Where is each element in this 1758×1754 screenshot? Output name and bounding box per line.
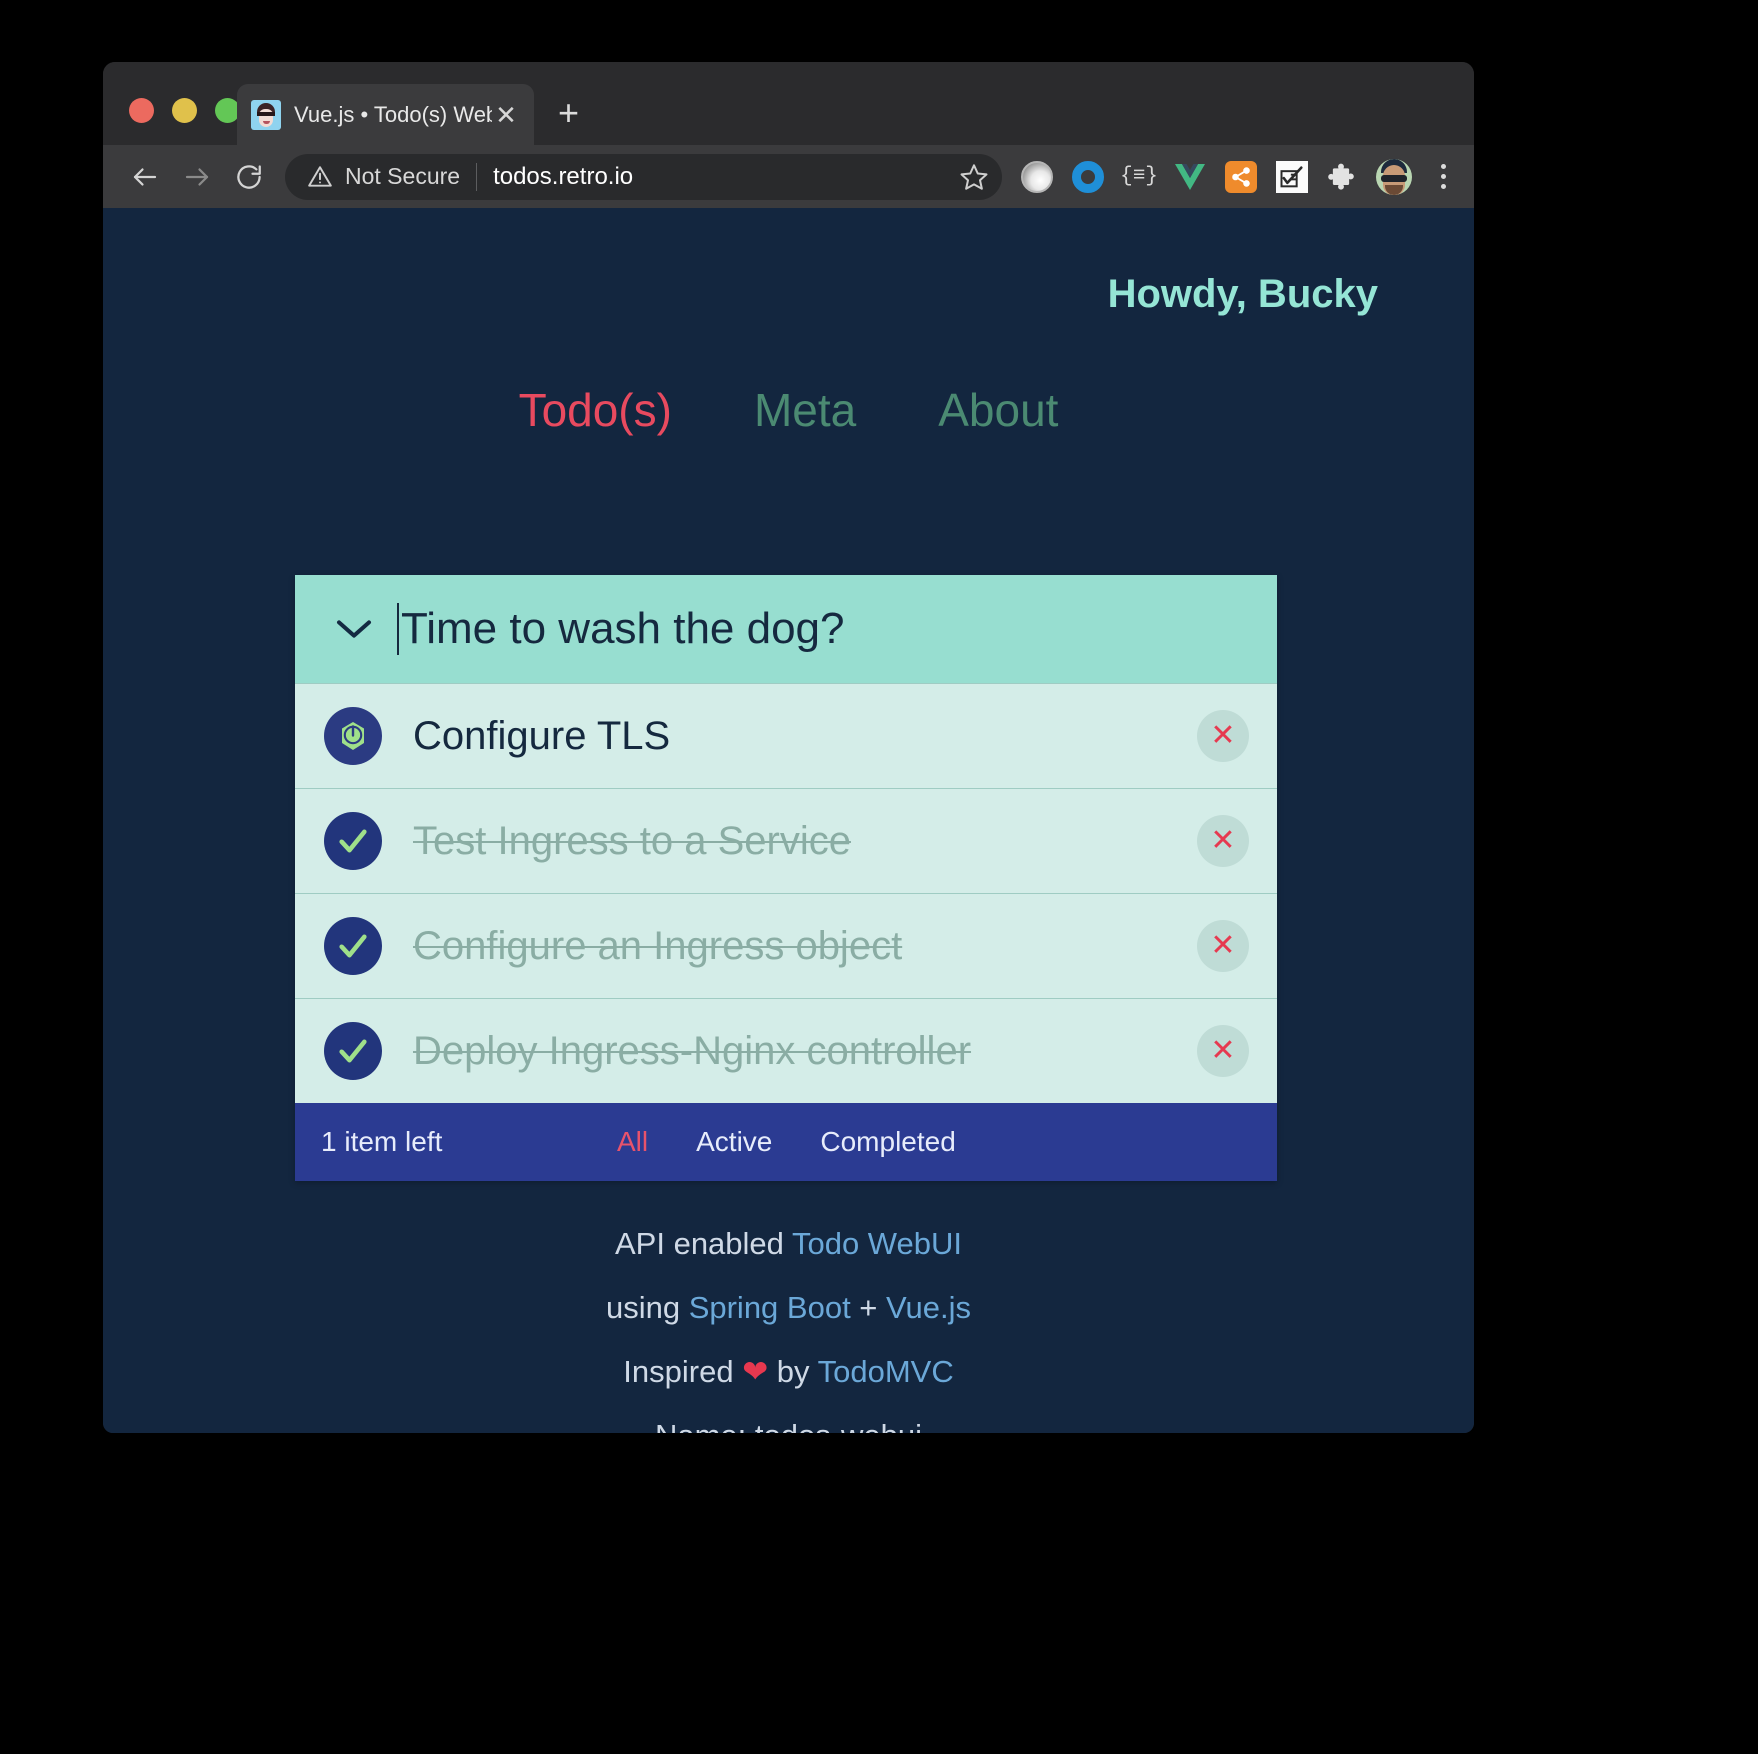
- minimize-window-button[interactable]: [172, 98, 197, 123]
- tab-about[interactable]: About: [938, 383, 1058, 437]
- tab-title: Vue.js • Todo(s) WebUI: [294, 101, 492, 127]
- todo-toggle[interactable]: [313, 812, 393, 870]
- footer-using-prefix: using: [605, 1290, 689, 1325]
- close-window-button[interactable]: [129, 98, 154, 123]
- new-tab-button[interactable]: +: [558, 95, 579, 131]
- checklist-extension-icon[interactable]: [1273, 158, 1311, 196]
- delete-todo-button[interactable]: ✕: [1197, 920, 1249, 972]
- security-status-text: Not Secure: [345, 163, 461, 189]
- not-secure-warning-icon: [307, 164, 333, 190]
- share-extension-icon[interactable]: [1222, 158, 1260, 196]
- new-todo-header: Time to wash the dog?: [295, 575, 1277, 683]
- new-todo-value: Time to wash the dog?: [401, 604, 845, 653]
- check-icon: [324, 917, 382, 975]
- back-button[interactable]: [121, 153, 169, 201]
- chevron-down-icon[interactable]: [323, 616, 385, 642]
- todo-label: Test Ingress to a Service: [413, 818, 851, 863]
- close-tab-icon[interactable]: ✕: [492, 102, 520, 128]
- filter-active[interactable]: Active: [690, 1124, 778, 1160]
- forward-button[interactable]: [173, 153, 221, 201]
- todo-label: Configure TLS: [413, 713, 671, 758]
- browser-tab[interactable]: Vue.js • Todo(s) WebUI ✕: [237, 84, 534, 145]
- table-row[interactable]: Configure TLS ✕: [295, 683, 1277, 788]
- ring-extension-icon[interactable]: [1069, 158, 1107, 196]
- todo-footer: 1 item left All Active Completed: [295, 1103, 1277, 1181]
- filter-group: All Active Completed: [611, 1124, 962, 1160]
- footer-by: by: [768, 1354, 818, 1389]
- todo-toggle[interactable]: [313, 1022, 393, 1080]
- browser-tabstrip: Vue.js • Todo(s) WebUI ✕ +: [103, 62, 1474, 145]
- text-caret: [397, 603, 399, 655]
- todo-toggle[interactable]: [313, 917, 393, 975]
- extension-toolbar: {≡}: [1018, 158, 1460, 196]
- filter-all[interactable]: All: [611, 1124, 654, 1160]
- tab-meta[interactable]: Meta: [754, 383, 856, 437]
- footer-api-prefix: API enabled: [615, 1226, 792, 1261]
- page-viewport: Howdy, Bucky Todo(s) Meta About Time to …: [103, 208, 1474, 1433]
- address-bar[interactable]: Not Secure todos.retro.io: [285, 153, 1002, 200]
- footer-inspired-prefix: Inspired: [623, 1354, 743, 1389]
- new-todo-input[interactable]: Time to wash the dog?: [397, 603, 1277, 655]
- delete-todo-button[interactable]: ✕: [1197, 815, 1249, 867]
- todo-toggle[interactable]: [313, 707, 393, 765]
- delete-todo-button[interactable]: ✕: [1197, 1025, 1249, 1077]
- browser-toolbar: Not Secure todos.retro.io {≡}: [103, 145, 1474, 208]
- json-viewer-extension-icon[interactable]: {≡}: [1120, 158, 1158, 196]
- footer-app-name: Name: todos-webui: [103, 1420, 1474, 1433]
- spring-boot-icon: [324, 707, 382, 765]
- heart-icon: ❤: [742, 1354, 769, 1389]
- vue-devtools-extension-icon[interactable]: [1171, 158, 1209, 196]
- avatar[interactable]: [1375, 158, 1413, 196]
- footer-line-api: API enabled Todo WebUI: [103, 1228, 1474, 1259]
- puzzle-extensions-icon[interactable]: [1324, 158, 1362, 196]
- footer-plus: +: [850, 1290, 887, 1325]
- table-row[interactable]: Configure an Ingress object ✕: [295, 893, 1277, 998]
- todo-label: Deploy Ingress-Nginx controller: [413, 1028, 972, 1073]
- omnibox-divider: [476, 162, 478, 191]
- table-row[interactable]: Test Ingress to a Service ✕: [295, 788, 1277, 893]
- spring-boot-link[interactable]: Spring Boot: [689, 1290, 851, 1325]
- footer-line-using: using Spring Boot + Vue.js: [103, 1292, 1474, 1323]
- app-nav-tabs: Todo(s) Meta About: [103, 383, 1474, 437]
- filter-completed[interactable]: Completed: [814, 1124, 961, 1160]
- bookmark-star-icon[interactable]: [952, 155, 996, 199]
- todomvc-link[interactable]: TodoMVC: [818, 1354, 954, 1389]
- footer-line-inspired: Inspired ❤ by TodoMVC: [103, 1356, 1474, 1387]
- todo-webui-link[interactable]: Todo WebUI: [792, 1226, 962, 1261]
- browser-window: Vue.js • Todo(s) WebUI ✕ + Not Secure to…: [103, 62, 1474, 1433]
- table-row[interactable]: Deploy Ingress-Nginx controller ✕: [295, 998, 1277, 1103]
- tab-favicon-icon: [251, 99, 281, 130]
- chrome-menu-button[interactable]: [1426, 158, 1460, 196]
- todo-card: Time to wash the dog? Configure TLS ✕ Te…: [295, 575, 1277, 1181]
- window-controls: [129, 98, 240, 123]
- delete-todo-button[interactable]: ✕: [1197, 710, 1249, 762]
- todo-label: Configure an Ingress object: [413, 923, 903, 968]
- items-left-count: 1 item left: [321, 1126, 443, 1157]
- pearl-extension-icon[interactable]: [1018, 158, 1056, 196]
- reload-button[interactable]: [225, 153, 273, 201]
- check-icon: [324, 1022, 382, 1080]
- tab-todos[interactable]: Todo(s): [519, 383, 672, 437]
- page-footer: API enabled Todo WebUI using Spring Boot…: [103, 1228, 1474, 1433]
- url-text[interactable]: todos.retro.io: [493, 163, 952, 191]
- vuejs-link[interactable]: Vue.js: [886, 1290, 971, 1325]
- check-icon: [324, 812, 382, 870]
- greeting-text: Howdy, Bucky: [1107, 272, 1378, 316]
